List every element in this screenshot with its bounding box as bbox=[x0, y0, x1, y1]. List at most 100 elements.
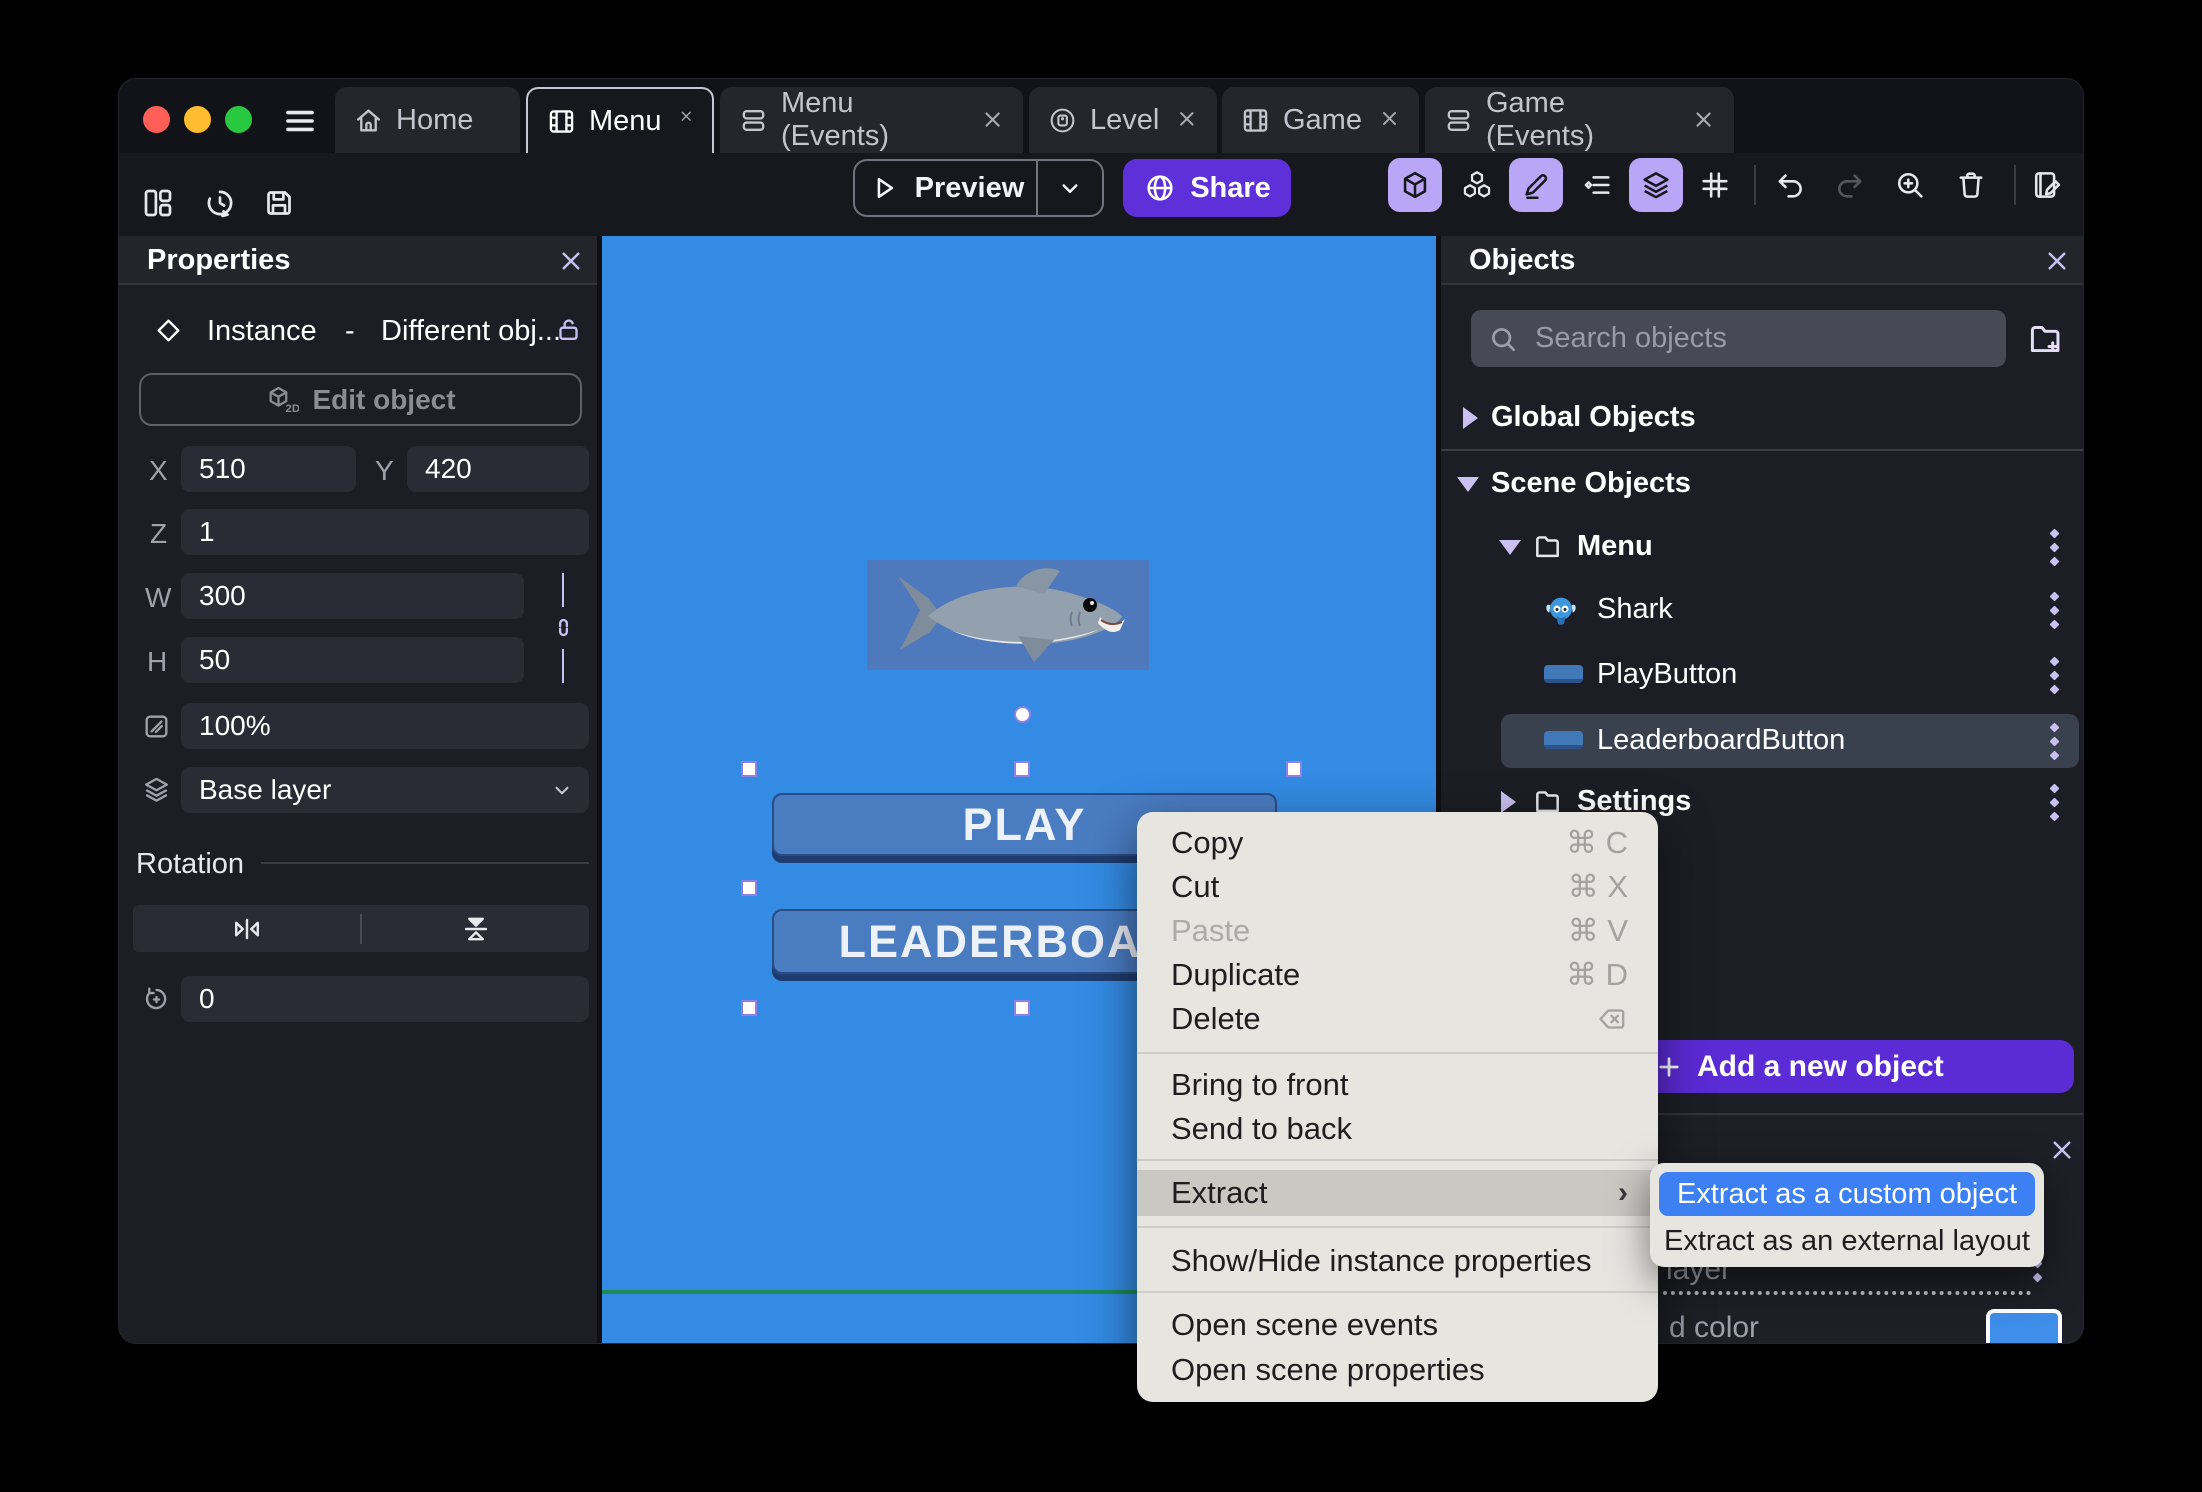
kebab-menu-icon[interactable] bbox=[2047, 587, 2061, 633]
tab-menu[interactable]: Menu bbox=[526, 87, 714, 153]
zoom-button[interactable] bbox=[1883, 158, 1937, 212]
play-icon bbox=[877, 177, 893, 199]
layer-select[interactable]: Base layer bbox=[181, 767, 589, 813]
object-label: LeaderboardButton bbox=[1597, 724, 1846, 756]
submenu-item-extract-custom-object[interactable]: Extract as a custom object bbox=[1659, 1172, 2035, 1216]
edit-mode-button[interactable] bbox=[1509, 158, 1563, 212]
object-label: Shark bbox=[1597, 593, 1673, 625]
main-menu-icon[interactable] bbox=[282, 103, 318, 137]
traffic-minimize-button[interactable] bbox=[184, 106, 211, 133]
tab-label: Game (Events) bbox=[1486, 87, 1594, 152]
selection-handle-w[interactable] bbox=[741, 880, 757, 896]
background-color-swatch[interactable] bbox=[1986, 1309, 2062, 1343]
w-input[interactable] bbox=[181, 573, 524, 619]
pencil-icon bbox=[1525, 174, 1548, 200]
menu-item-label: Cut bbox=[1171, 869, 1220, 904]
tab-home[interactable]: Home bbox=[335, 87, 520, 153]
kebab-menu-icon[interactable] bbox=[2047, 652, 2061, 698]
properties-panel-header: Properties bbox=[119, 236, 597, 285]
menu-item-show-hide-instance-properties[interactable]: Show/Hide instance properties bbox=[1137, 1239, 1658, 1283]
menu-item-paste[interactable]: Paste ⌘ V bbox=[1137, 909, 1658, 953]
close-tab-icon[interactable] bbox=[1691, 107, 1716, 133]
undo-button[interactable] bbox=[1763, 158, 1817, 212]
kebab-menu-icon[interactable] bbox=[2047, 779, 2061, 825]
selection-handle-s[interactable] bbox=[1014, 1000, 1030, 1016]
tab-level[interactable]: Level bbox=[1029, 87, 1217, 153]
selection-handle-sw[interactable] bbox=[741, 1000, 757, 1016]
menu-item-bring-to-front[interactable]: Bring to front bbox=[1137, 1063, 1658, 1107]
x-label: X bbox=[149, 455, 168, 486]
tree-object-leaderboardbutton[interactable]: LeaderboardButton bbox=[1441, 714, 2083, 768]
close-properties-icon[interactable] bbox=[556, 246, 586, 276]
tab-game-events[interactable]: Game (Events) bbox=[1425, 87, 1734, 153]
save-icon[interactable] bbox=[261, 185, 297, 221]
close-tab-icon[interactable] bbox=[678, 108, 694, 134]
z-input[interactable] bbox=[181, 509, 589, 555]
tree-object-shark[interactable]: Shark bbox=[1441, 583, 2083, 637]
delete-button[interactable] bbox=[1944, 158, 1998, 212]
traffic-zoom-button[interactable] bbox=[225, 106, 252, 133]
search-input[interactable] bbox=[1535, 322, 1935, 355]
preview-button[interactable]: Preview bbox=[853, 159, 1104, 217]
close-panel-icon[interactable] bbox=[2047, 1135, 2077, 1165]
instances-list-button[interactable] bbox=[1570, 158, 1624, 212]
expand-arrow-icon[interactable] bbox=[1463, 407, 1478, 429]
selection-handle-ne[interactable] bbox=[1286, 761, 1302, 777]
tab-game[interactable]: Game bbox=[1222, 87, 1419, 153]
link-dimensions-icon[interactable] bbox=[548, 612, 579, 643]
objects-mode-button[interactable] bbox=[1388, 158, 1442, 212]
tab-menu-events[interactable]: Menu (Events) bbox=[720, 87, 1023, 153]
unlock-icon[interactable] bbox=[553, 314, 584, 345]
expand-arrow-icon[interactable] bbox=[1501, 791, 1516, 813]
add-folder-icon[interactable] bbox=[2024, 318, 2066, 360]
rotation-angle-input[interactable] bbox=[181, 976, 589, 1022]
tree-group-scene-objects[interactable]: Scene Objects bbox=[1441, 457, 2083, 511]
close-objects-icon[interactable] bbox=[2042, 246, 2072, 276]
y-input[interactable] bbox=[407, 446, 589, 492]
menu-item-duplicate[interactable]: Duplicate ⌘ D bbox=[1137, 953, 1658, 997]
tree-object-playbutton[interactable]: PlayButton bbox=[1441, 648, 2083, 702]
kebab-menu-icon[interactable] bbox=[2047, 718, 2061, 764]
project-manager-icon[interactable] bbox=[140, 185, 176, 221]
instances-mode-button[interactable] bbox=[1450, 158, 1504, 212]
shark-sprite[interactable] bbox=[867, 560, 1149, 670]
search-icon bbox=[1492, 327, 1515, 351]
menu-item-cut[interactable]: Cut ⌘ X bbox=[1137, 865, 1658, 909]
menu-item-delete[interactable]: Delete bbox=[1137, 997, 1658, 1041]
x-input[interactable] bbox=[181, 446, 356, 492]
level-icon bbox=[1047, 105, 1078, 136]
submenu-item-extract-external-layout[interactable]: Extract as an external layout bbox=[1659, 1221, 2035, 1261]
collapse-arrow-icon[interactable] bbox=[1457, 477, 1479, 492]
selection-handle-nw[interactable] bbox=[741, 761, 757, 777]
kebab-menu-icon[interactable] bbox=[2047, 524, 2061, 570]
close-tab-icon[interactable] bbox=[1378, 107, 1401, 133]
selection-handle-n[interactable] bbox=[1014, 761, 1030, 777]
edit-object-button[interactable]: 2D Edit object bbox=[139, 373, 582, 426]
flip-vertical-button[interactable] bbox=[362, 912, 589, 946]
history-icon[interactable] bbox=[202, 185, 238, 221]
rotate-handle[interactable] bbox=[1014, 706, 1031, 723]
grid-button[interactable] bbox=[1688, 158, 1742, 212]
collapse-arrow-icon[interactable] bbox=[1499, 540, 1521, 555]
h-input[interactable] bbox=[181, 637, 524, 683]
tree-group-global-objects[interactable]: Global Objects bbox=[1441, 391, 2083, 445]
edit-scene-properties-button[interactable] bbox=[2020, 158, 2074, 212]
menu-item-open-scene-events[interactable]: Open scene events bbox=[1137, 1303, 1658, 1347]
close-tab-icon[interactable] bbox=[1175, 107, 1199, 133]
layers-button[interactable] bbox=[1629, 158, 1683, 212]
trash-icon bbox=[1959, 172, 1983, 198]
traffic-close-button[interactable] bbox=[143, 106, 170, 133]
button-thumbnail-icon bbox=[1544, 665, 1583, 683]
flip-horizontal-button[interactable] bbox=[133, 912, 360, 946]
tree-folder-menu[interactable]: Menu bbox=[1441, 520, 2083, 574]
menu-item-open-scene-properties[interactable]: Open scene properties bbox=[1137, 1348, 1658, 1392]
opacity-input[interactable] bbox=[181, 703, 589, 749]
menu-item-copy[interactable]: Copy ⌘ C bbox=[1137, 821, 1658, 865]
redo-button[interactable] bbox=[1823, 158, 1877, 212]
menu-item-send-to-back[interactable]: Send to back bbox=[1137, 1107, 1658, 1151]
close-tab-icon[interactable] bbox=[980, 107, 1005, 133]
share-button[interactable]: Share bbox=[1123, 159, 1291, 217]
preview-options-button[interactable] bbox=[1038, 173, 1102, 203]
divider bbox=[261, 862, 589, 864]
menu-item-extract[interactable]: Extract › bbox=[1137, 1170, 1658, 1216]
